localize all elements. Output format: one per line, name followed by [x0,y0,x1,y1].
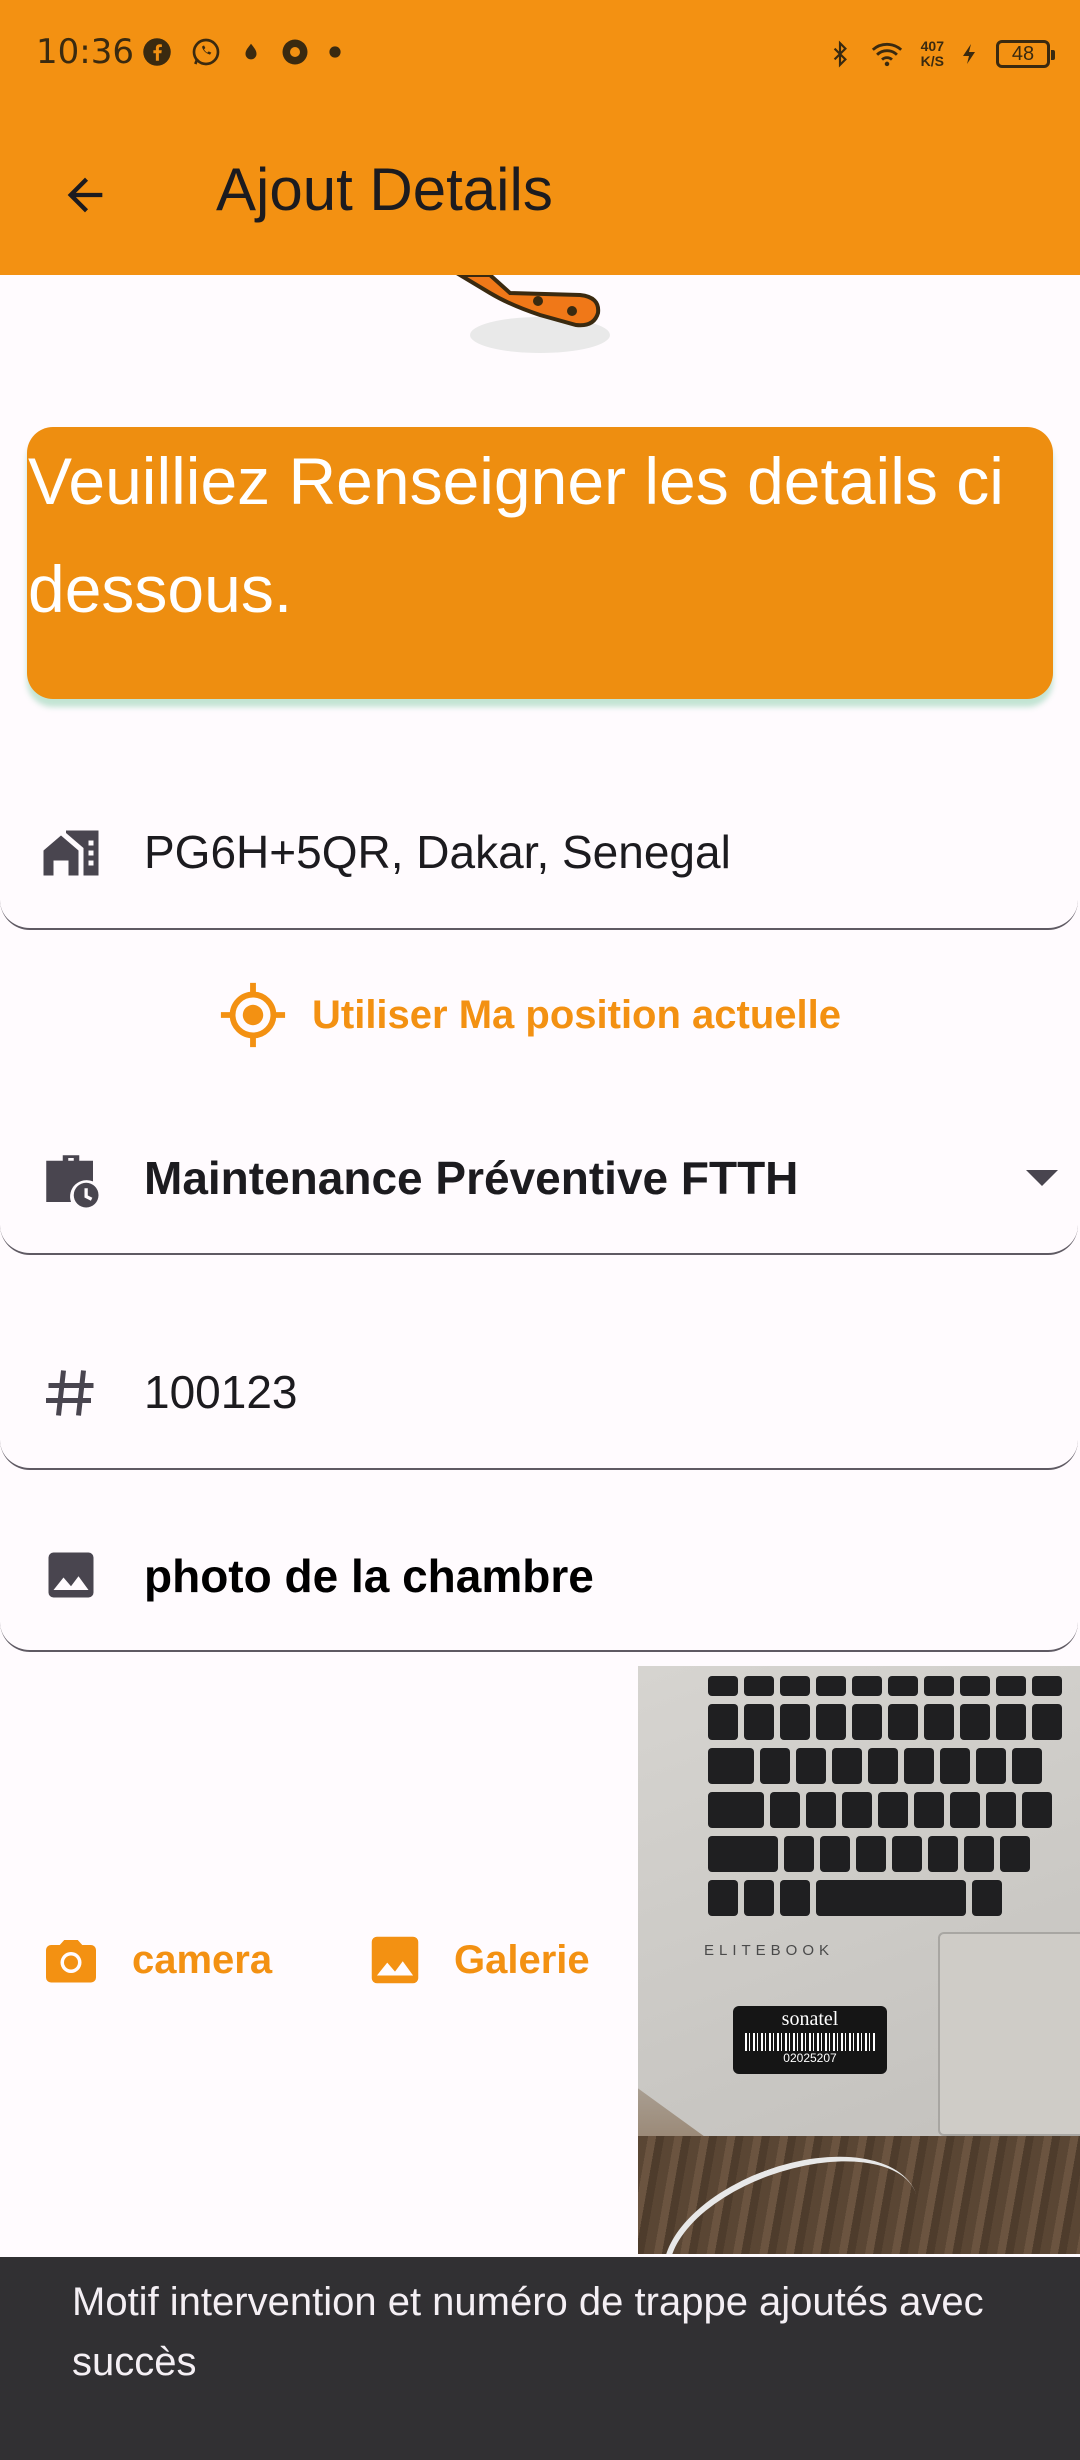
home-work-icon [36,818,106,888]
battery-indicator: 48 [996,40,1055,68]
arrow-back-icon [67,177,103,213]
hashtag-icon [36,1358,106,1428]
banner-text: Veuilliez Renseigner les details ci dess… [28,444,1004,626]
use-position-label: Utiliser Ma position actuelle [312,992,842,1037]
dot-icon [329,46,341,58]
speed-value: 407 [920,38,944,54]
back-button[interactable] [40,150,130,240]
photo-preview[interactable]: ELITEBOOK sonatel 02025207 [638,1666,1080,2254]
barcode [745,2033,875,2051]
work-history-icon [36,1145,106,1215]
snackbar-message: Motif intervention et numéro de trappe a… [72,2280,984,2384]
gallery-icon [371,1936,419,1984]
wifi-icon [871,42,902,67]
use-current-position-button[interactable]: Utiliser Ma position actuelle [218,975,841,1055]
keyboard [708,1676,1080,1936]
address-value: PG6H+5QR, Dakar, Senegal [144,826,731,878]
app-logo [456,275,610,353]
intervention-type-value: Maintenance Préventive FTTH [144,1152,799,1204]
bluetooth-icon [833,40,847,68]
laptop-brand: ELITEBOOK [704,1942,835,1959]
whatsapp-icon [192,38,220,66]
asset-sticker: sonatel 02025207 [733,2006,887,2074]
image-icon [36,1540,106,1610]
gps-target-icon [220,982,286,1048]
drop-icon [245,43,257,60]
status-time: 10:36 [36,32,134,72]
sticker-brand: sonatel [781,2008,839,2030]
sticker-code: 02025207 [783,2051,837,2065]
network-speed: 407 K/S [921,39,944,69]
chrome-icon [282,39,308,65]
photo-label: photo de la chambre [144,1550,594,1602]
touchpad [938,1932,1080,2136]
camera-label: camera [132,1937,273,1982]
dropdown-arrow-icon[interactable] [1026,1170,1058,1186]
facebook-icon [143,38,171,66]
gallery-label: Galerie [454,1937,590,1982]
battery-level: 48 [1011,42,1035,65]
system-icons: 407 K/S 48 [827,30,1055,78]
camera-button[interactable]: camera [38,1920,272,2000]
camera-icon [46,1940,96,1983]
page-title: Ajout Details [216,156,553,223]
gallery-button[interactable]: Galerie [364,1920,590,2000]
notification-icons [142,32,342,72]
charging-icon [963,44,975,64]
speed-unit: K/S [920,53,944,69]
trap-number-value: 100123 [144,1366,298,1418]
